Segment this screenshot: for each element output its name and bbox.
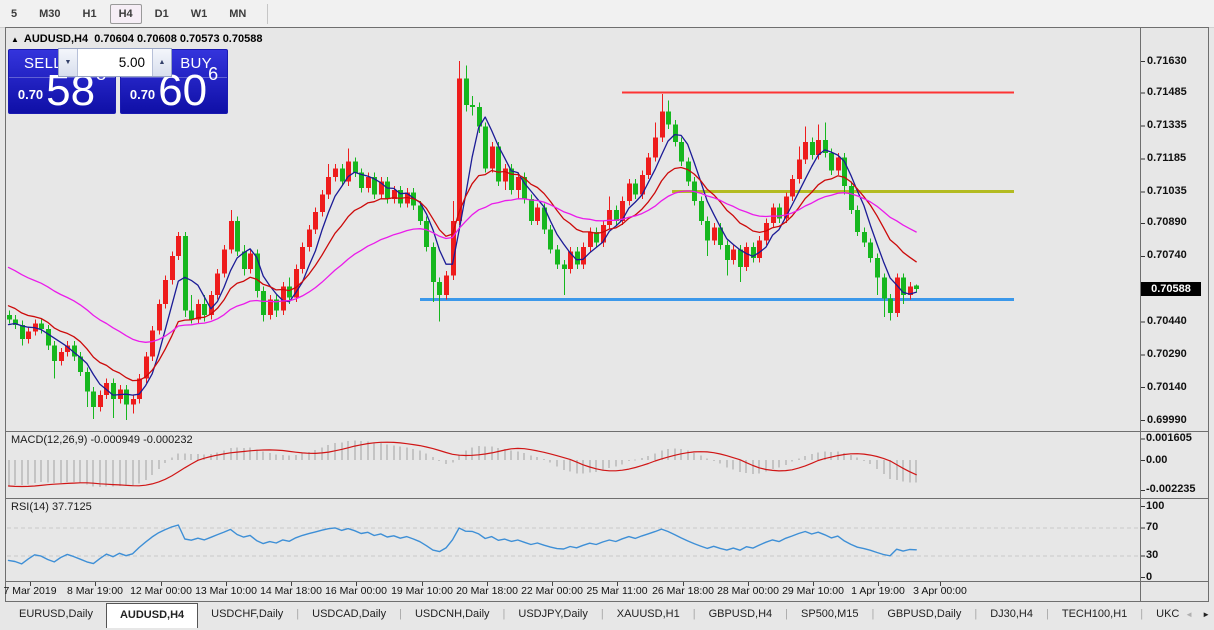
buy-price-whole: 0.70 xyxy=(130,87,155,102)
collapse-panel-icon[interactable]: ▲ xyxy=(11,35,19,44)
chart-tab-sp500-m15[interactable]: SP500,M15 xyxy=(788,602,871,628)
rsi-value: 37.7125 xyxy=(52,501,92,513)
chart-tab-usdcad-daily[interactable]: USDCAD,Daily xyxy=(299,602,399,628)
chart-tab-tech100-h1[interactable]: TECH100,H1 xyxy=(1049,602,1140,628)
tabs-scroll-left-icon[interactable]: ◄ xyxy=(1185,610,1193,619)
volume-increase-button[interactable]: ▲ xyxy=(152,49,171,76)
chart-symbol-label: AUDUSD,H4 xyxy=(24,33,88,45)
chart-ohlc-values: 0.70604 0.70608 0.70573 0.70588 xyxy=(94,33,262,45)
chart-tab-usdcnh-daily[interactable]: USDCNH,Daily xyxy=(402,602,503,628)
chart-tab-usdchf-daily[interactable]: USDCHF,Daily xyxy=(198,602,296,628)
sell-price-pips: 58 xyxy=(46,73,95,109)
volume-stepper: ▼ ▲ xyxy=(58,48,172,77)
macd-indicator-label: MACD(12,26,9) -0.000949 -0.000232 xyxy=(11,434,193,446)
chart-tab-gbpusd-daily[interactable]: GBPUSD,Daily xyxy=(874,602,974,628)
current-price-tag: 0.70588 xyxy=(1141,282,1201,296)
rsi-indicator-label: RSI(14) 37.7125 xyxy=(11,501,92,513)
volume-decrease-button[interactable]: ▼ xyxy=(59,49,78,76)
chart-tab-gbpusd-h4[interactable]: GBPUSD,H4 xyxy=(696,602,786,628)
sell-price-whole: 0.70 xyxy=(18,87,43,102)
chart-tab-xauusd-h1[interactable]: XAUUSD,H1 xyxy=(604,602,693,628)
chart-ohlc-header: ▲ AUDUSD,H4 0.70604 0.70608 0.70573 0.705… xyxy=(11,33,262,45)
chart-tab-bar: EURUSD,DailyAUDUSD,H4USDCHF,Daily|USDCAD… xyxy=(0,602,1214,630)
chart-tab-eurusd-daily[interactable]: EURUSD,Daily xyxy=(6,602,106,628)
buy-price-pips: 60 xyxy=(158,73,207,109)
chart-tab-audusd-h4[interactable]: AUDUSD,H4 xyxy=(106,603,198,628)
volume-input[interactable] xyxy=(78,49,152,76)
macd-values: -0.000949 -0.000232 xyxy=(90,434,192,446)
buy-price-point: 6 xyxy=(208,64,218,85)
chart-tab-usdjpy-daily[interactable]: USDJPY,Daily xyxy=(505,602,601,628)
chart-tab-dj30-h4[interactable]: DJ30,H4 xyxy=(977,602,1046,628)
tabs-scroll-right-icon[interactable]: ► xyxy=(1202,610,1210,619)
